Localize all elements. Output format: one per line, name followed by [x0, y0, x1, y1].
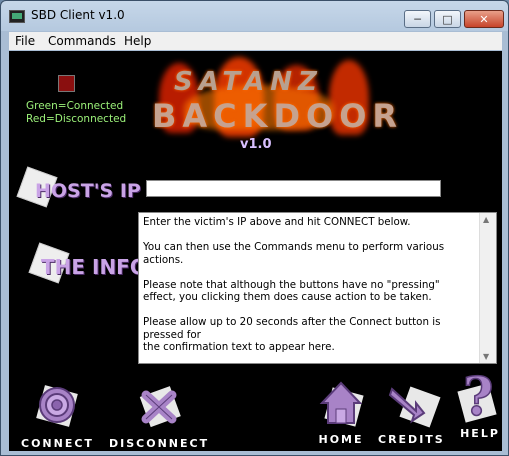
- arrow-icon: [386, 377, 441, 428]
- disconnect-button[interactable]: DISCONNECT: [109, 381, 209, 450]
- close-button[interactable]: ✕: [464, 10, 504, 28]
- status-led-icon: [58, 75, 75, 92]
- connect-label: CONNECT: [21, 437, 94, 450]
- app-icon: [9, 10, 25, 23]
- version-label: v1.0: [240, 137, 272, 152]
- scroll-up-icon[interactable]: ▲: [483, 215, 489, 224]
- menu-file[interactable]: File: [15, 34, 35, 48]
- menu-bar: File Commands Help: [9, 32, 502, 50]
- logo-satanz: SATANZ: [174, 67, 323, 97]
- svg-text:?: ?: [463, 367, 493, 427]
- maximize-button[interactable]: □: [434, 10, 461, 28]
- minimize-icon: ─: [414, 12, 421, 26]
- menu-commands[interactable]: Commands: [48, 34, 116, 48]
- logo-backdoor: BACKDOOR: [152, 97, 404, 135]
- info-label: THE INFO: [41, 255, 147, 279]
- house-icon: [316, 377, 366, 427]
- x-icon: [134, 381, 184, 431]
- legend-connected: Green=Connected: [26, 100, 124, 112]
- host-ip-input[interactable]: [146, 180, 441, 197]
- minimize-button[interactable]: ─: [404, 10, 431, 28]
- client-area: Green=Connected Red=Disconnected SATANZ …: [9, 51, 502, 451]
- credits-button[interactable]: CREDITS: [378, 377, 445, 446]
- title-bar[interactable]: SBD Client v1.0 ─ □ ✕: [1, 1, 508, 31]
- host-ip-label: HOST'S IP: [35, 180, 141, 202]
- window-title: SBD Client v1.0: [31, 8, 125, 22]
- app-window: SBD Client v1.0 ─ □ ✕ File Commands Help…: [0, 0, 509, 456]
- help-label: HELP: [460, 427, 500, 440]
- scroll-down-icon[interactable]: ▼: [483, 352, 489, 361]
- question-mark-icon: ?: [455, 366, 502, 429]
- home-button[interactable]: HOME: [316, 377, 366, 446]
- credits-label: CREDITS: [378, 433, 445, 446]
- maximize-icon: □: [442, 12, 453, 26]
- connect-button[interactable]: CONNECT: [21, 381, 94, 450]
- disconnect-label: DISCONNECT: [109, 437, 210, 450]
- info-scrollbar[interactable]: ▲ ▼: [479, 213, 496, 363]
- info-textbox[interactable]: Enter the victim's IP above and hit CONN…: [138, 212, 497, 364]
- home-label: HOME: [318, 433, 364, 446]
- help-button[interactable]: ? HELP: [455, 366, 502, 440]
- target-icon: [32, 381, 82, 431]
- menu-help[interactable]: Help: [124, 34, 151, 48]
- info-text: Enter the victim's IP above and hit CONN…: [143, 216, 445, 353]
- close-icon: ✕: [479, 12, 489, 26]
- legend-disconnected: Red=Disconnected: [26, 113, 127, 125]
